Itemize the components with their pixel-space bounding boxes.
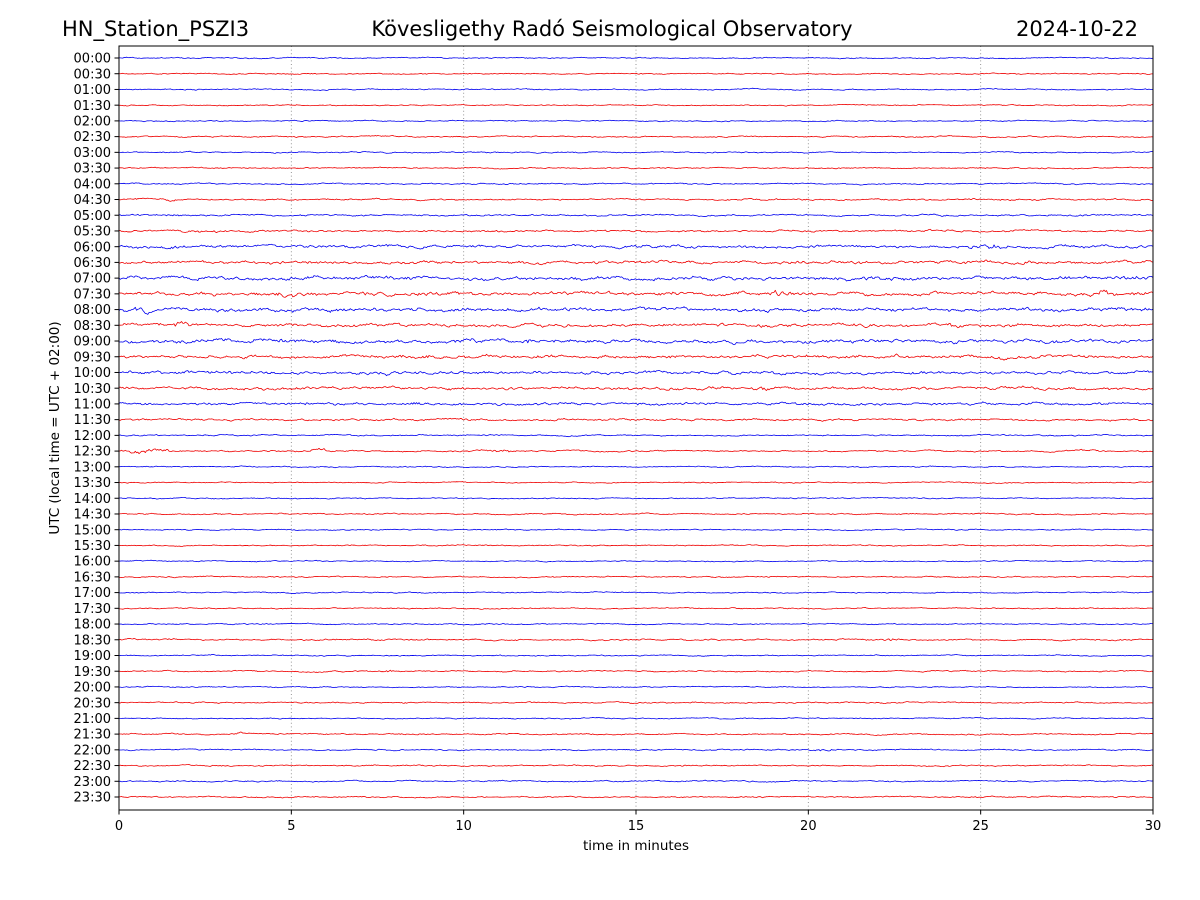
y-tick-label-01:30: 01:30	[74, 99, 111, 114]
y-tick-label-19:30: 19:30	[74, 665, 111, 680]
seismogram-plot-area: 00:0000:3001:0001:3002:0002:3003:0003:30…	[74, 45, 1162, 834]
trace-03:00	[119, 150, 1153, 154]
trace-23:30	[119, 795, 1153, 799]
y-tick-label-15:00: 15:00	[74, 523, 111, 538]
y-tick-label-17:00: 17:00	[74, 586, 111, 601]
y-tick-label-15:30: 15:30	[74, 539, 111, 554]
y-tick-label-20:00: 20:00	[74, 681, 111, 696]
y-tick-label-10:30: 10:30	[74, 382, 111, 397]
y-tick-label-00:30: 00:30	[74, 67, 111, 82]
trace-02:00	[119, 119, 1153, 123]
y-tick-label-18:00: 18:00	[74, 618, 111, 633]
y-tick-label-13:00: 13:00	[74, 460, 111, 475]
x-tick-label-15: 15	[628, 819, 645, 834]
trace-12:00	[119, 433, 1153, 438]
y-tick-label-13:30: 13:30	[74, 476, 111, 491]
y-tick-label-06:00: 06:00	[74, 240, 111, 255]
trace-14:00	[119, 496, 1153, 500]
trace-06:30	[119, 259, 1153, 266]
y-tick-label-04:00: 04:00	[74, 177, 111, 192]
y-tick-label-18:30: 18:30	[74, 633, 111, 648]
y-tick-label-23:30: 23:30	[74, 791, 111, 806]
y-tick-label-07:00: 07:00	[74, 272, 111, 287]
y-tick-label-05:30: 05:30	[74, 225, 111, 240]
y-tick-label-14:00: 14:00	[74, 492, 111, 507]
y-tick-label-22:30: 22:30	[74, 759, 111, 774]
trace-20:00	[119, 685, 1153, 689]
y-tick-label-11:30: 11:30	[74, 413, 111, 428]
y-tick-label-11:00: 11:00	[74, 398, 111, 413]
trace-01:30	[119, 103, 1153, 107]
trace-13:00	[119, 465, 1153, 469]
trace-11:00	[119, 401, 1153, 406]
y-tick-label-16:30: 16:30	[74, 570, 111, 585]
trace-19:30	[119, 669, 1153, 673]
trace-16:00	[119, 559, 1153, 563]
y-tick-label-14:30: 14:30	[74, 508, 111, 523]
y-tick-label-06:30: 06:30	[74, 256, 111, 271]
helicorder-figure: HN_Station_PSZI3 Kövesligethy Radó Seism…	[0, 0, 1200, 900]
trace-10:30	[119, 385, 1153, 391]
y-tick-label-02:00: 02:00	[74, 114, 111, 129]
y-tick-label-08:30: 08:30	[74, 319, 111, 334]
y-tick-label-21:30: 21:30	[74, 728, 111, 743]
x-tick-label-20: 20	[800, 819, 817, 834]
trace-18:00	[119, 622, 1153, 626]
y-tick-label-16:00: 16:00	[74, 555, 111, 570]
trace-15:30	[119, 544, 1153, 547]
y-tick-label-08:00: 08:00	[74, 303, 111, 318]
y-tick-label-20:30: 20:30	[74, 696, 111, 711]
x-tick-label-25: 25	[972, 819, 989, 834]
trace-10:00	[119, 370, 1153, 377]
trace-16:30	[119, 575, 1153, 579]
y-tick-label-07:30: 07:30	[74, 287, 111, 302]
y-tick-label-05:00: 05:00	[74, 209, 111, 224]
y-tick-label-10:00: 10:00	[74, 366, 111, 381]
y-tick-label-23:00: 23:00	[74, 775, 111, 790]
x-tick-label-0: 0	[115, 819, 123, 834]
y-tick-label-19:00: 19:00	[74, 649, 111, 664]
trace-22:00	[119, 748, 1153, 752]
y-tick-label-21:00: 21:00	[74, 712, 111, 727]
y-tick-label-17:30: 17:30	[74, 602, 111, 617]
y-tick-label-12:00: 12:00	[74, 429, 111, 444]
x-tick-label-10: 10	[455, 819, 472, 834]
trace-00:30	[119, 72, 1153, 75]
x-tick-label-30: 30	[1145, 819, 1162, 834]
y-tick-label-22:00: 22:00	[74, 743, 111, 758]
y-tick-label-12:30: 12:30	[74, 445, 111, 460]
y-tick-label-03:30: 03:30	[74, 162, 111, 177]
y-tick-label-04:30: 04:30	[74, 193, 111, 208]
x-tick-label-5: 5	[287, 819, 295, 834]
trace-21:30	[119, 731, 1153, 736]
y-tick-label-00:00: 00:00	[74, 52, 111, 67]
y-tick-label-01:00: 01:00	[74, 83, 111, 98]
y-tick-label-09:00: 09:00	[74, 335, 111, 350]
y-tick-label-03:00: 03:00	[74, 146, 111, 161]
y-tick-label-02:30: 02:30	[74, 130, 111, 145]
y-tick-label-09:30: 09:30	[74, 350, 111, 365]
trace-21:00	[119, 716, 1153, 720]
